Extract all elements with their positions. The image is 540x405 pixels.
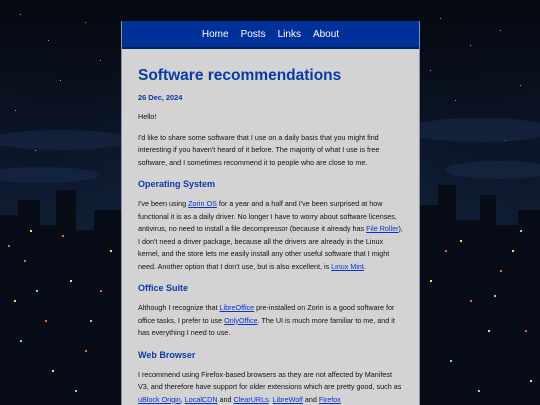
greeting-paragraph: Hello!	[138, 112, 157, 121]
post-title: Software recommendations	[138, 67, 342, 84]
top-navigation: Home Posts Links About	[122, 21, 419, 49]
linux-mint-link[interactable]: Linux Mint	[331, 262, 364, 271]
file-roller-link[interactable]: File Roller	[366, 224, 398, 233]
office-heading: Office Suite	[138, 283, 189, 293]
nav-posts-link[interactable]: Posts	[235, 29, 272, 40]
nav-links-link[interactable]: Links	[272, 29, 307, 40]
office-paragraph: Although I recognize that LibreOffice pr…	[138, 302, 403, 340]
browser-paragraph: I recommend using Firefox-based browsers…	[138, 369, 403, 405]
article: Software recommendations 26 Dec, 2024 He…	[122, 66, 419, 405]
nav-home-link[interactable]: Home	[196, 29, 235, 40]
post-date: 26 Dec, 2024	[138, 93, 183, 102]
text-span: I've been using	[138, 199, 189, 208]
librewolf-link[interactable]: LibreWolf	[273, 395, 303, 404]
text-span: and	[302, 394, 319, 404]
os-heading: Operating System	[138, 179, 216, 189]
os-paragraph: I've been using Zorin OS for a year and …	[138, 198, 403, 273]
browser-heading: Web Browser	[138, 349, 196, 360]
onlyoffice-link[interactable]: OnlyOffice	[224, 316, 257, 325]
ublock-origin-link[interactable]: uBlock Origin	[138, 395, 181, 404]
text-span: Although I recognize that	[138, 303, 220, 312]
text-span: and	[217, 394, 234, 404]
localcdn-link[interactable]: LocalCDN	[185, 395, 218, 404]
intro-paragraph: I'd like to share some software that I u…	[138, 132, 380, 167]
libreoffice-link[interactable]: LibreOffice	[220, 303, 255, 312]
clearurls-link[interactable]: ClearURLs	[234, 395, 269, 404]
firefox-link[interactable]: Firefox	[319, 395, 341, 404]
text-span: I recommend using Firefox-based browsers…	[138, 369, 402, 392]
main-panel: Home Posts Links About Software recommen…	[121, 21, 420, 405]
nav-about-link[interactable]: About	[307, 29, 345, 40]
zorin-os-link[interactable]: Zorin OS	[188, 199, 217, 208]
text-span: .	[363, 261, 366, 271]
